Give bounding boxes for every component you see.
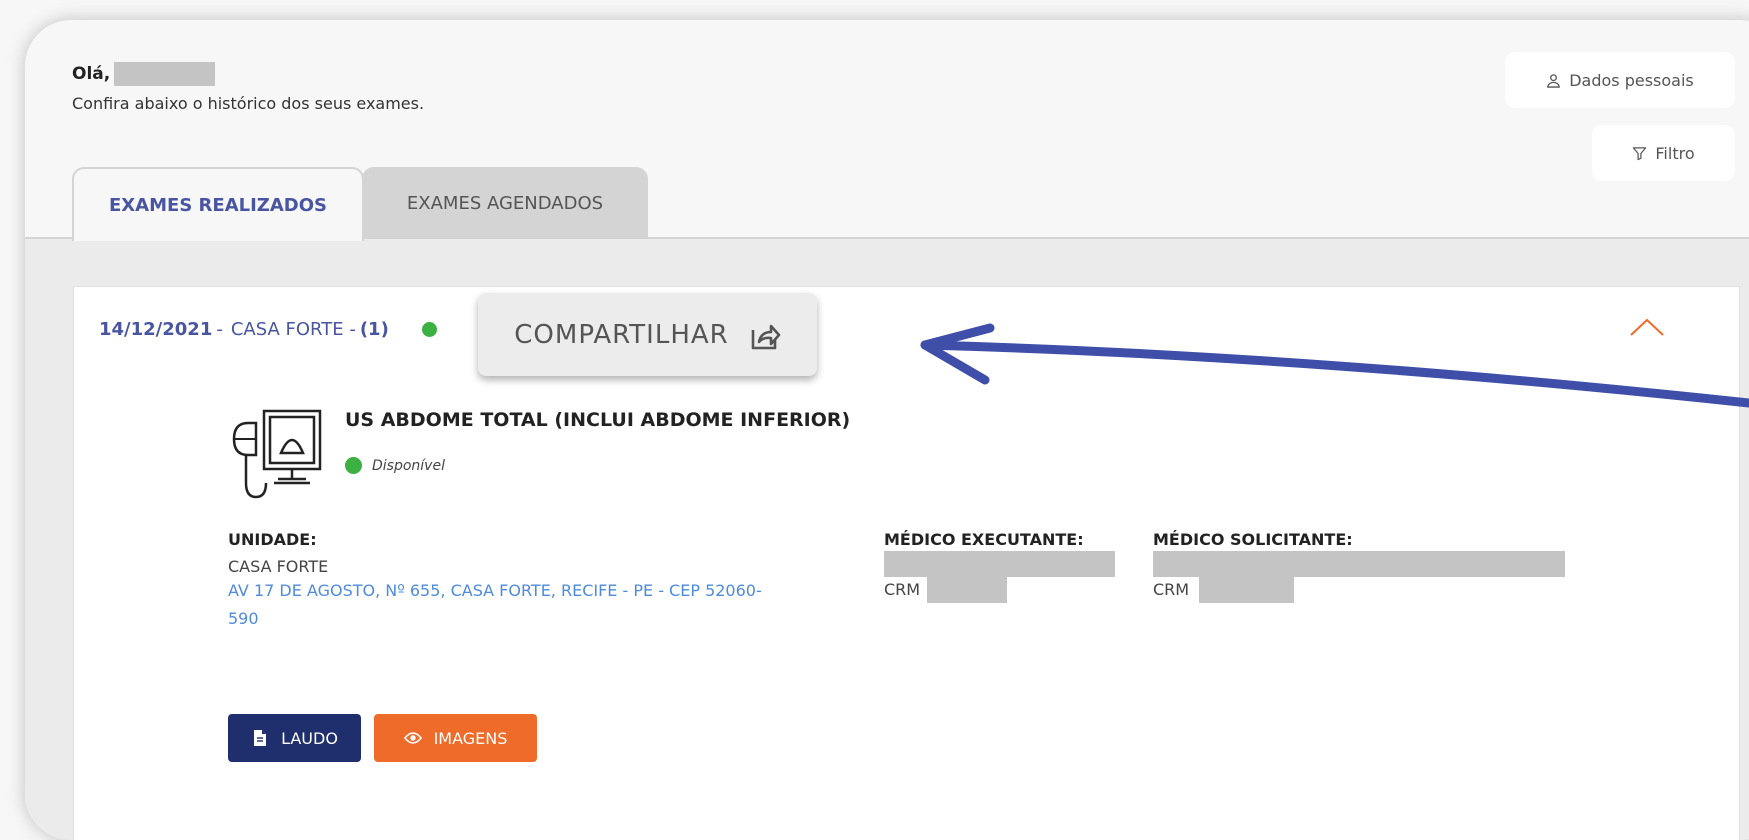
share-button[interactable]: COMPARTILHAR [478,293,817,376]
available-dot [345,457,362,474]
unit-address-link[interactable]: AV 17 DE AGOSTO, Nº 655, CASA FORTE, REC… [228,577,768,633]
filter-label: Filtro [1655,143,1695,163]
report-button-label: LAUDO [281,728,338,748]
chevron-up-icon[interactable] [1629,315,1665,339]
report-button[interactable]: LAUDO [228,714,361,762]
redacted-user-name [114,62,216,86]
greeting-hello: Olá, [72,62,424,86]
greeting-hello-text: Olá, [72,64,111,84]
share-label: COMPARTILHAR [514,319,729,350]
exam-count: (1) [359,319,389,340]
redacted-executing-crm [927,577,1007,603]
eye-icon [403,732,422,744]
exam-card: 14/12/2021 - CASA FORTE - (1) US ABDOME … [73,286,1740,840]
requesting-doctor-label: MÉDICO SOLICITANTE: [1153,530,1353,549]
exam-date-separator: - [216,319,223,340]
status-dot [421,322,437,337]
unit-label: UNIDADE: [228,530,317,549]
greeting: Olá, Confira abaixo o histórico dos seus… [72,62,424,113]
exam-date: 14/12/2021 [99,319,213,340]
images-button-label: IMAGENS [433,728,508,748]
redacted-requesting-doctor [1153,551,1565,577]
main-panel: Olá, Confira abaixo o histórico dos seus… [25,20,1749,840]
redacted-requesting-crm [1199,577,1294,603]
executing-doctor-label: MÉDICO EXECUTANTE: [884,530,1084,549]
exam-card-header[interactable]: 14/12/2021 - CASA FORTE - (1) [99,319,437,340]
requesting-doctor-crm-label: CRM [1153,580,1190,599]
share-icon [751,324,781,349]
exam-status: Disponível [345,457,445,474]
greeting-subtitle: Confira abaixo o histórico dos seus exam… [72,94,425,113]
unit-name: CASA FORTE [228,557,329,576]
exam-status-label: Disponível [372,457,445,474]
redacted-executing-doctor [884,551,1115,577]
file-icon [254,730,267,746]
filter-icon [1633,146,1647,160]
personal-data-button[interactable]: Dados pessoais [1505,52,1735,108]
filter-button[interactable]: Filtro [1592,125,1735,181]
executing-doctor-crm-label: CRM [884,580,921,599]
user-icon [1547,73,1561,88]
exam-title: US ABDOME TOTAL (INCLUI ABDOME INFERIOR) [345,409,851,431]
personal-data-label: Dados pessoais [1569,70,1694,90]
tab-exames-realizados[interactable]: EXAMES REALIZADOS [72,167,364,241]
ultrasound-icon [232,409,322,499]
tab-exames-agendados[interactable]: EXAMES AGENDADOS [362,167,648,239]
images-button[interactable]: IMAGENS [374,714,537,762]
exam-location: CASA FORTE - [230,319,356,340]
